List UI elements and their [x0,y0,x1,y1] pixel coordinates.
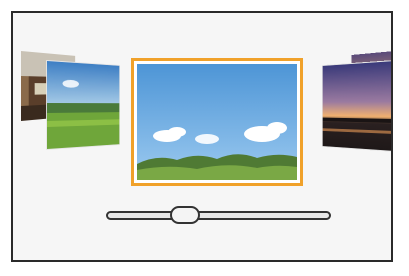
scroll-slider-thumb[interactable] [170,206,201,224]
thumbnail-image [47,61,120,149]
playback-screen [11,11,393,262]
thumbnail-selected[interactable] [131,58,303,186]
thumbnail-image [322,61,391,151]
thumbnail-near-right[interactable] [322,61,391,151]
thumbnail-image [137,64,297,180]
thumbnail-near-left[interactable] [47,61,120,149]
scroll-slider-track[interactable] [106,211,331,220]
